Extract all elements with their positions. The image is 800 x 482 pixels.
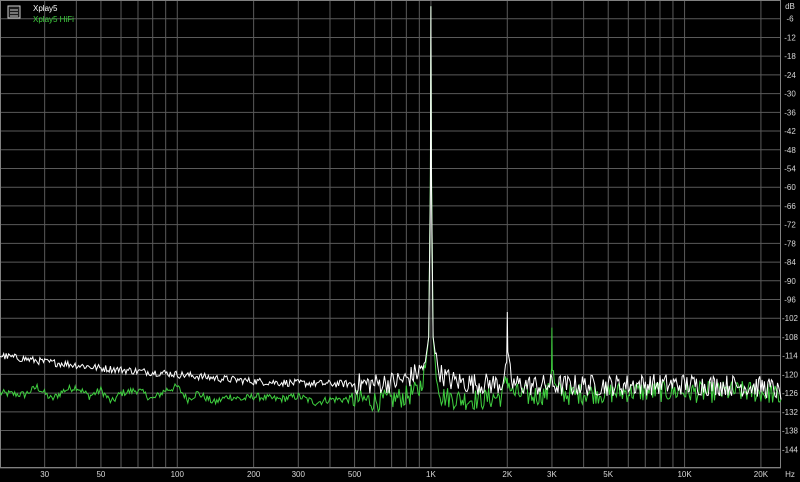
x-tick-label: 20K <box>754 470 769 479</box>
x-tick-label: 1K <box>426 470 436 479</box>
x-tick-label: 30 <box>40 470 49 479</box>
x-tick-label: 3K <box>547 470 557 479</box>
y-tick-label: -90 <box>784 277 796 286</box>
y-tick-label: -108 <box>782 333 799 342</box>
y-tick-label: -132 <box>782 408 799 417</box>
y-tick-label: -84 <box>784 258 796 267</box>
y-tick-label: -36 <box>784 108 796 117</box>
y-tick-label: -30 <box>784 90 796 99</box>
y-tick-label: -114 <box>782 352 798 361</box>
y-tick-label: -42 <box>784 127 796 136</box>
y-tick-label: -6 <box>786 15 794 24</box>
x-tick-label: 50 <box>96 470 105 479</box>
y-tick-label: -102 <box>782 314 799 323</box>
spectrum-chart: -6 -12 -18 -24 -30 -36 -42 -48 -54 -60 -66 -72 -78 -8… <box>0 0 800 482</box>
y-tick-label: -48 <box>784 146 796 155</box>
x-tick-label: 2K <box>502 470 512 479</box>
x-tick-label: 500 <box>348 470 362 479</box>
x-unit-label: Hz <box>785 470 795 479</box>
y-tick-label: -144 <box>782 445 799 454</box>
x-tick-label: 100 <box>171 470 185 479</box>
y-tick-label: -138 <box>782 427 799 436</box>
legend-entry-0: Xplay5 <box>33 4 58 13</box>
y-tick-label: -66 <box>784 202 796 211</box>
y-tick-label: -78 <box>784 239 796 248</box>
y-tick-label: -126 <box>782 389 799 398</box>
x-tick-label: 10K <box>677 470 692 479</box>
y-tick-label: -120 <box>782 370 799 379</box>
x-tick-label: 200 <box>247 470 261 479</box>
y-tick-label: -12 <box>784 33 796 42</box>
y-tick-label: -54 <box>784 164 796 173</box>
plot-background <box>0 0 800 482</box>
y-unit-label: dB <box>785 2 795 11</box>
y-tick-label: -60 <box>784 183 796 192</box>
y-tick-label: -18 <box>784 52 796 61</box>
y-tick-label: -96 <box>784 296 796 305</box>
y-tick-label: -72 <box>784 221 796 230</box>
legend-entry-1: Xplay5 HiFi <box>33 15 74 24</box>
x-tick-label: 300 <box>292 470 306 479</box>
y-tick-label: -24 <box>784 71 796 80</box>
x-tick-label: 5K <box>603 470 613 479</box>
